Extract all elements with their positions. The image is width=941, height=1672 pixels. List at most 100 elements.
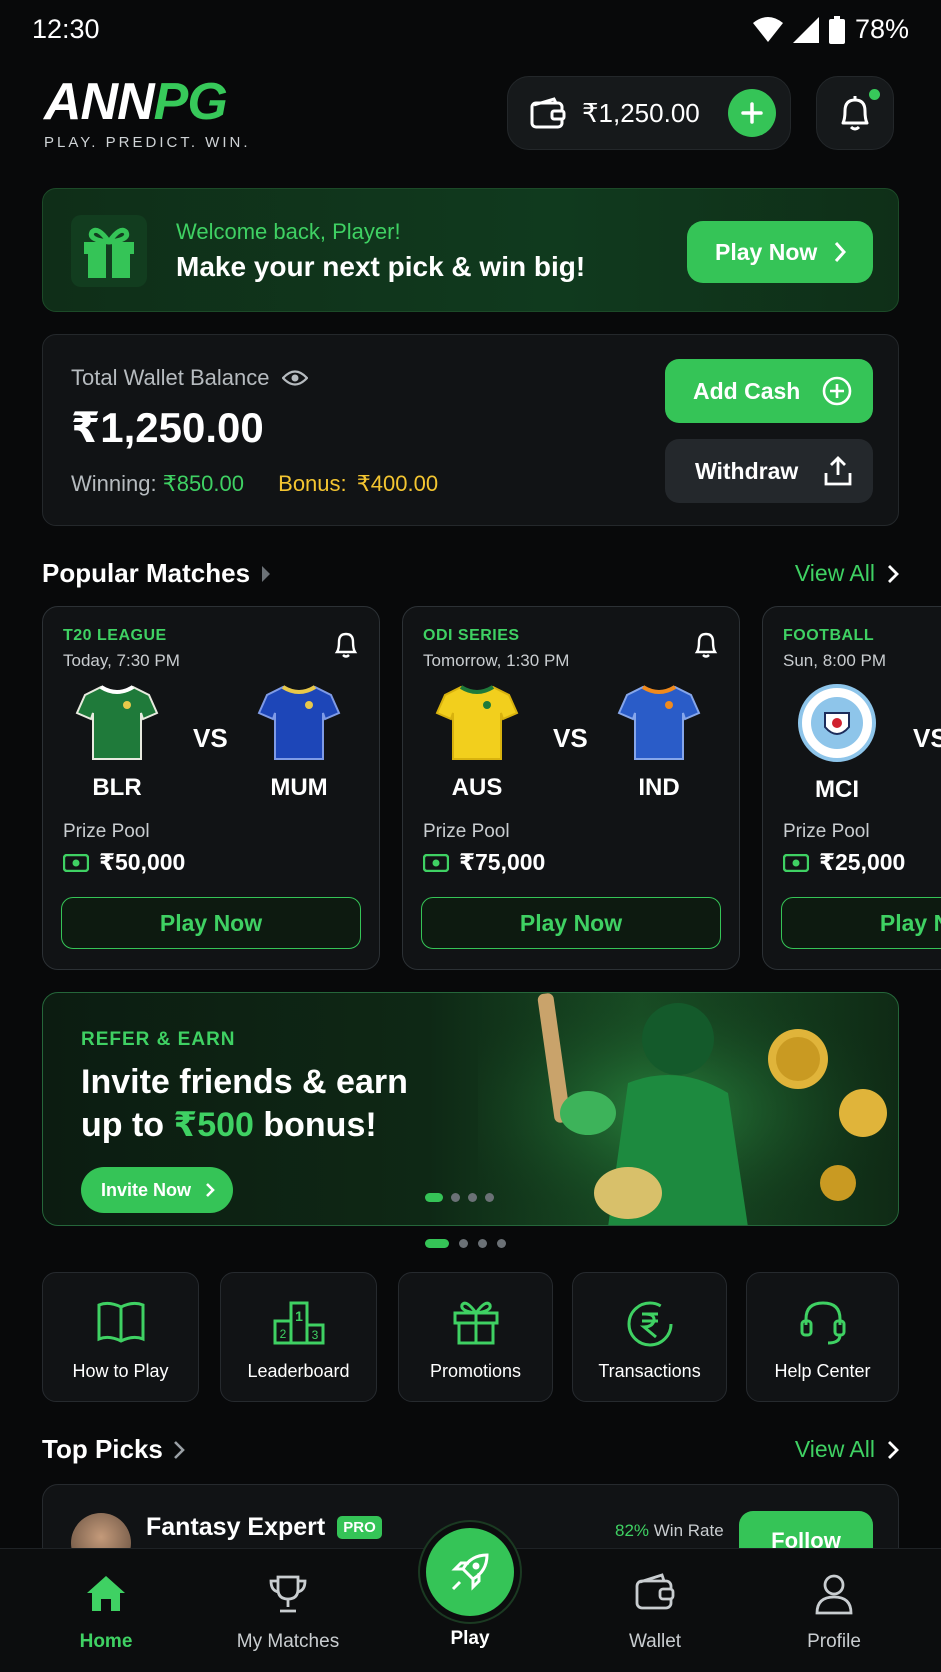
home-icon — [87, 1576, 125, 1611]
quick-link-promotions[interactable]: Promotions — [398, 1272, 553, 1402]
popular-matches-title-link[interactable]: Popular Matches — [42, 558, 272, 589]
add-cash-button[interactable]: Add Cash — [665, 359, 873, 423]
match-league: ODI SERIES — [423, 627, 520, 644]
prize-pool-amount: ₹50,000 — [99, 849, 186, 875]
bell-icon — [841, 96, 869, 131]
top-picks-header: Top Picks View All — [42, 1434, 899, 1474]
top-picks-title-link[interactable]: Top Picks — [42, 1434, 185, 1465]
refer-headline-suffix: bonus! — [253, 1106, 377, 1144]
vs-label: VS — [553, 723, 588, 753]
play-fab-button[interactable] — [420, 1522, 520, 1622]
match-play-now-button[interactable]: Play Now — [61, 897, 361, 949]
quick-link-help-center[interactable]: Help Center — [746, 1272, 899, 1402]
quick-link-label: Help Center — [774, 1361, 871, 1381]
nav-my-matches[interactable]: My Matches — [218, 1549, 358, 1672]
svg-text:2: 2 — [279, 1327, 286, 1341]
pager-dot-active[interactable] — [425, 1239, 449, 1248]
add-money-button[interactable] — [728, 89, 776, 137]
popular-view-all-label: View All — [794, 560, 875, 586]
welcome-play-now-label: Play Now — [715, 238, 818, 265]
jersey-icon — [435, 685, 519, 760]
pager-dot[interactable] — [459, 1239, 468, 1248]
jersey-icon — [617, 685, 701, 760]
withdraw-button[interactable]: Withdraw — [665, 439, 873, 503]
nav-home[interactable]: Home — [36, 1549, 176, 1672]
eye-icon[interactable] — [281, 369, 308, 387]
nav-profile[interactable]: Profile — [764, 1549, 904, 1672]
nav-label: Profile — [807, 1631, 861, 1652]
status-time: 12:30 — [32, 14, 100, 44]
quick-link-label: Transactions — [598, 1361, 701, 1381]
refer-headline: Invite friends & earn up to ₹500 bonus! — [81, 1061, 408, 1147]
add-cash-label: Add Cash — [693, 377, 801, 404]
match-card[interactable]: ODI SERIES Tomorrow, 1:30 PM AUS VS IND … — [402, 606, 740, 970]
status-bar: 12:30 78% — [0, 0, 941, 60]
gift-icon — [453, 1301, 498, 1345]
notifications-button[interactable] — [816, 76, 894, 150]
chevron-right-icon — [888, 1440, 899, 1459]
team-away: IND — [615, 683, 703, 802]
win-rate-label: Win Rate — [653, 1521, 724, 1540]
top-picks-view-all-link[interactable]: View All — [795, 1436, 899, 1463]
match-play-now-button[interactable]: Play Now — [781, 897, 941, 949]
wallet-balance-card: Total Wallet Balance ₹1,250.00 Winning: … — [42, 334, 899, 526]
pager-dot[interactable] — [478, 1239, 487, 1248]
match-time: Tomorrow, 1:30 PM — [423, 651, 570, 670]
wallet-icon — [530, 97, 566, 129]
svg-text:3: 3 — [311, 1328, 318, 1342]
pro-badge: PRO — [337, 1516, 382, 1539]
banner-pager[interactable] — [425, 1239, 506, 1248]
team-home: AUS — [433, 683, 521, 802]
match-reminder-bell-icon[interactable] — [693, 629, 719, 664]
invite-now-label: Invite Now — [101, 1179, 192, 1200]
jersey-icon — [75, 685, 159, 760]
chevron-right-icon — [888, 564, 899, 583]
chevron-right-icon — [835, 242, 847, 262]
quick-link-how-to-play[interactable]: How to Play — [42, 1272, 199, 1402]
vs-label: VS — [913, 723, 941, 753]
team-away: MUM — [255, 683, 343, 802]
rupee-icon — [627, 1301, 672, 1347]
signal-icon — [792, 16, 819, 43]
wallet-balance-amount: ₹1,250.00 — [71, 404, 264, 451]
jersey-icon — [257, 685, 341, 760]
user-icon — [815, 1574, 853, 1615]
quick-link-transactions[interactable]: Transactions — [572, 1272, 727, 1402]
match-card[interactable]: FOOTBALL Sun, 8:00 PM MCI VS Prize Pool … — [762, 606, 941, 970]
logo-text-accent: PG — [153, 73, 228, 131]
cricketer-illustration — [478, 993, 898, 1225]
wallet-icon — [635, 1573, 675, 1610]
match-time: Sun, 8:00 PM — [783, 651, 887, 670]
quick-link-leaderboard[interactable]: 12 3 Leaderboard — [220, 1272, 377, 1402]
nav-play-label: Play — [450, 1628, 490, 1649]
pager-dot[interactable] — [497, 1239, 506, 1248]
team-home: MCI — [793, 683, 881, 804]
wallet-balance-label: Total Wallet Balance — [71, 365, 270, 390]
prize-pool-label: Prize Pool — [63, 821, 150, 842]
welcome-play-now-button[interactable]: Play Now — [687, 221, 873, 283]
match-reminder-bell-icon[interactable] — [333, 629, 359, 664]
popular-matches-carousel[interactable]: T20 LEAGUE Today, 7:30 PM BLR VS MUM Pri… — [42, 606, 941, 970]
match-card[interactable]: T20 LEAGUE Today, 7:30 PM BLR VS MUM Pri… — [42, 606, 380, 970]
invite-now-button[interactable]: Invite Now — [81, 1167, 233, 1213]
chevron-right-icon — [173, 1440, 185, 1459]
popular-matches-title: Popular Matches — [42, 558, 251, 588]
cash-icon — [783, 853, 809, 872]
header-wallet-pill[interactable]: ₹1,250.00 — [507, 76, 791, 150]
app-header: ANNPG PLAY. PREDICT. WIN. ₹1,250.00 — [0, 70, 941, 160]
svg-text:1: 1 — [295, 1308, 303, 1324]
nav-label: Home — [79, 1631, 133, 1652]
logo-tagline: PLAY. PREDICT. WIN. — [44, 134, 251, 151]
match-play-now-button[interactable]: Play Now — [421, 897, 721, 949]
team-code: IND — [638, 774, 680, 801]
prize-pool-amount: ₹75,000 — [459, 849, 546, 875]
refer-earn-banner[interactable]: REFER & EARN Invite friends & earn up to… — [42, 992, 899, 1226]
popular-view-all-link[interactable]: View All — [795, 560, 899, 587]
book-icon — [97, 1301, 144, 1343]
trophy-icon — [269, 1575, 307, 1613]
vs-label: VS — [193, 723, 228, 753]
nav-wallet[interactable]: Wallet — [585, 1549, 725, 1672]
prize-pool-label: Prize Pool — [783, 821, 870, 842]
refer-tag: REFER & EARN — [81, 1029, 236, 1050]
refer-headline-prefix: up to — [81, 1106, 174, 1144]
